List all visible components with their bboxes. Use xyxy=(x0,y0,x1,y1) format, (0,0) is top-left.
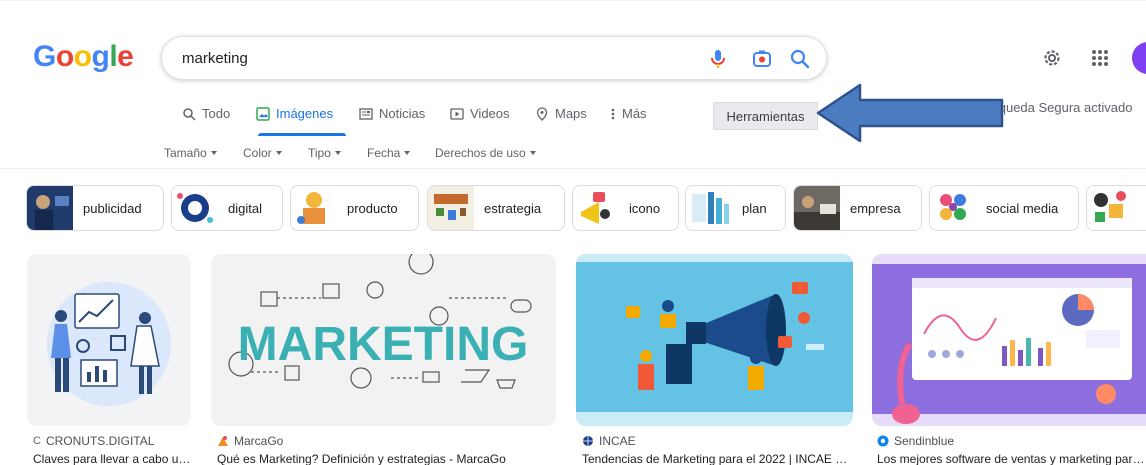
svg-text:MARKETING: MARKETING xyxy=(238,318,529,371)
filter-type[interactable]: Tipo xyxy=(308,146,341,160)
marketing-illustration xyxy=(27,254,191,426)
dashboard-illustration xyxy=(872,254,1146,426)
sendinblue-favicon-icon xyxy=(877,435,889,447)
account-avatar[interactable] xyxy=(1132,42,1146,74)
google-lens-icon[interactable] xyxy=(750,47,774,71)
caret-down-icon xyxy=(404,151,411,155)
chip-thumbnail xyxy=(686,186,732,230)
result-caption-4[interactable]: Los mejores software de ventas y marketi… xyxy=(877,452,1146,465)
result-caption-1[interactable]: Claves para llevar a cabo un… xyxy=(33,452,193,465)
chip-thumbnail xyxy=(1087,186,1133,230)
search-box[interactable]: marketing xyxy=(161,36,827,80)
location-pin-icon xyxy=(536,106,548,121)
safesearch-status[interactable]: úsqueda Segura activado xyxy=(985,100,1132,115)
megaphone-illustration xyxy=(576,254,853,426)
chip-thumbnail xyxy=(291,186,337,230)
result-source-3[interactable]: INCAE xyxy=(582,434,636,448)
caret-down-icon xyxy=(529,151,536,155)
chip-plan[interactable]: plan xyxy=(685,185,786,231)
chip-digital[interactable]: digital xyxy=(171,185,283,231)
marcago-favicon-icon xyxy=(218,436,228,446)
header-divider xyxy=(0,168,1146,169)
chip-thumbnail xyxy=(172,186,218,230)
gear-icon[interactable] xyxy=(1040,46,1064,70)
apps-grid-icon[interactable] xyxy=(1088,46,1112,70)
tab-maps[interactable]: Maps xyxy=(535,106,587,121)
result-caption-2[interactable]: Qué es Marketing? Definición y estrategi… xyxy=(217,452,557,465)
filter-size[interactable]: Tamaño xyxy=(164,146,217,160)
top-divider xyxy=(0,0,1146,1)
result-image-3[interactable] xyxy=(576,254,853,426)
filter-usage-rights[interactable]: Derechos de uso xyxy=(435,146,536,160)
search-input[interactable]: marketing xyxy=(182,50,248,67)
annotation-arrow-icon xyxy=(816,83,1004,143)
chip-thumbnail xyxy=(573,186,619,230)
tab-imagenes[interactable]: Imágenes xyxy=(256,106,333,121)
incae-globe-icon xyxy=(583,436,593,446)
search-icon xyxy=(183,107,196,121)
caret-down-icon xyxy=(210,151,217,155)
favicon-c-icon: C xyxy=(33,435,41,447)
chip-thumbnail xyxy=(930,186,976,230)
search-icon[interactable] xyxy=(788,47,812,71)
chip-thumbnail xyxy=(794,186,840,230)
play-icon xyxy=(450,107,464,120)
caret-down-icon xyxy=(275,151,282,155)
result-image-1[interactable] xyxy=(27,254,191,426)
chip-publicidad[interactable]: publicidad xyxy=(26,185,164,231)
tab-todo[interactable]: Todo xyxy=(182,106,230,121)
marketing-wordart: MARKETING xyxy=(211,254,556,426)
chip-more[interactable] xyxy=(1086,185,1146,231)
tab-noticias[interactable]: Noticias xyxy=(359,106,425,121)
chip-thumbnail xyxy=(428,186,474,230)
news-icon xyxy=(359,107,373,120)
result-source-1[interactable]: C CRONUTS.DIGITAL xyxy=(33,434,154,448)
chip-estrategia[interactable]: estrategia xyxy=(427,185,565,231)
image-icon xyxy=(256,106,270,121)
result-source-4[interactable]: Sendinblue xyxy=(877,434,954,448)
google-logo[interactable]: Google xyxy=(33,40,134,74)
chip-thumbnail xyxy=(27,186,73,230)
tab-videos[interactable]: Videos xyxy=(450,106,510,121)
filter-date[interactable]: Fecha xyxy=(367,146,411,160)
result-image-4[interactable] xyxy=(872,254,1146,426)
filter-color[interactable]: Color xyxy=(243,146,282,160)
active-tab-indicator xyxy=(258,133,346,136)
chip-producto[interactable]: producto xyxy=(290,185,419,231)
result-source-2[interactable]: MarcaGo xyxy=(217,434,283,448)
microphone-icon[interactable] xyxy=(706,47,730,71)
caret-down-icon xyxy=(334,151,341,155)
more-vert-icon xyxy=(611,108,615,119)
result-caption-3[interactable]: Tendencias de Marketing para el 2022 | I… xyxy=(582,452,854,465)
chip-empresa[interactable]: empresa xyxy=(793,185,922,231)
chip-social-media[interactable]: social media xyxy=(929,185,1079,231)
tools-button[interactable]: Herramientas xyxy=(713,102,818,130)
chip-icono[interactable]: icono xyxy=(572,185,679,231)
tab-mas[interactable]: Más xyxy=(610,106,647,121)
result-image-2[interactable]: MARKETING xyxy=(211,254,556,426)
